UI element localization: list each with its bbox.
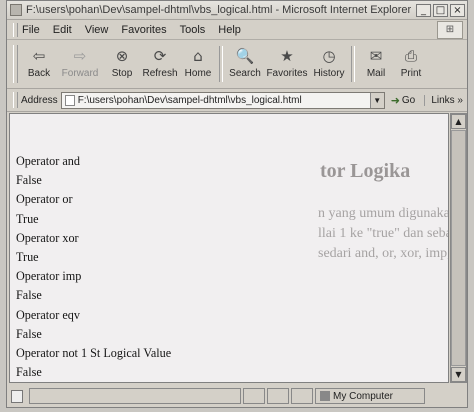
go-label: Go — [401, 94, 416, 106]
background-heading: tor Logika — [320, 160, 411, 182]
close-button[interactable]: × — [450, 3, 465, 17]
security-zone-panel: My Computer — [315, 388, 425, 404]
home-icon: ⌂ — [193, 47, 203, 65]
menu-view[interactable]: View — [85, 24, 109, 36]
home-label: Home — [184, 68, 212, 79]
ie-page-icon — [10, 4, 22, 16]
menu-grip[interactable] — [13, 22, 18, 37]
history-label: History — [313, 68, 345, 79]
links-button[interactable]: Links » — [424, 94, 463, 106]
minimize-button[interactable]: _ — [416, 3, 431, 17]
history-button[interactable]: ◷ History — [310, 46, 348, 79]
refresh-button[interactable]: ⟳ Refresh — [140, 46, 180, 79]
search-button[interactable]: 🔍 Search — [226, 46, 264, 79]
search-icon: 🔍 — [235, 47, 255, 65]
back-button[interactable]: ⇦ Back — [22, 46, 56, 79]
stop-icon: ⊗ — [115, 47, 129, 65]
history-icon: ◷ — [322, 47, 336, 65]
address-label: Address — [21, 94, 58, 106]
output-line: False — [16, 365, 42, 380]
address-grip[interactable] — [13, 92, 18, 108]
output-line: True — [16, 249, 39, 264]
mail-label: Mail — [366, 68, 386, 79]
script-output: Operator and False Operator or True Oper… — [16, 152, 171, 382]
scroll-down-button[interactable]: ▼ — [451, 367, 466, 382]
maximize-button[interactable]: □ — [433, 3, 448, 17]
mail-icon: ✉ — [369, 47, 383, 65]
my-computer-icon — [320, 391, 330, 401]
windows-logo-icon: ⊞ — [437, 20, 463, 39]
output-line: Operator or — [16, 192, 73, 207]
go-arrow-icon: ➜ — [390, 93, 400, 107]
security-zone-label: My Computer — [333, 390, 394, 402]
output-line: False — [16, 326, 42, 341]
address-input[interactable]: F:\users\pohan\Dev\sampel-dhtml\vbs_logi… — [60, 91, 385, 109]
favorites-button[interactable]: ★ Favorites — [264, 46, 310, 79]
print-button[interactable]: ⎙ Print — [394, 46, 428, 79]
toolbar-separator — [219, 46, 223, 82]
output-line: Operator imp — [16, 269, 82, 284]
scroll-thumb[interactable] — [451, 130, 466, 366]
forward-label: Forward — [61, 68, 99, 79]
menu-edit[interactable]: Edit — [53, 24, 72, 36]
favorites-label: Favorites — [266, 68, 308, 79]
background-text-line: llai 1 ke "true" dan sebaliknya 0 ke "fa… — [318, 226, 448, 241]
menu-tools[interactable]: Tools — [180, 24, 206, 36]
menu-favorites[interactable]: Favorites — [121, 24, 166, 36]
page-status-icon — [11, 389, 23, 403]
output-line: Operator eqv — [16, 307, 80, 322]
page-icon — [64, 94, 75, 106]
back-arrow-icon: ⇦ — [32, 47, 46, 65]
output-line: False — [16, 288, 42, 303]
status-text-panel — [29, 388, 241, 404]
refresh-icon: ⟳ — [153, 47, 167, 65]
status-panel — [243, 388, 265, 404]
output-line: True — [16, 211, 39, 226]
forward-button[interactable]: ⇨ Forward — [56, 46, 104, 79]
print-label: Print — [400, 68, 422, 79]
favorites-icon: ★ — [280, 47, 294, 65]
output-line: Operator and — [16, 154, 80, 168]
address-bar: Address F:\users\pohan\Dev\sampel-dhtml\… — [7, 89, 467, 112]
address-dropdown-button[interactable]: ▼ — [369, 92, 384, 108]
refresh-label: Refresh — [142, 68, 178, 79]
title-bar[interactable]: F:\users\pohan\Dev\sampel-dhtml\vbs_logi… — [7, 1, 467, 20]
home-button[interactable]: ⌂ Home — [180, 46, 216, 79]
status-panel — [291, 388, 313, 404]
scroll-up-button[interactable]: ▲ — [451, 114, 466, 129]
back-label: Back — [27, 68, 51, 79]
browser-window: F:\users\pohan\Dev\sampel-dhtml\vbs_logi… — [6, 0, 468, 408]
search-label: Search — [229, 68, 261, 79]
output-line: Operator xor — [16, 230, 79, 245]
toolbar-separator — [351, 46, 355, 82]
output-line: Operator not 1 St Logical Value — [16, 345, 172, 360]
go-button[interactable]: ➜ Go — [391, 94, 416, 107]
status-panel — [267, 388, 289, 404]
window-title: F:\users\pohan\Dev\sampel-dhtml\vbs_logi… — [26, 4, 412, 16]
print-icon: ⎙ — [404, 47, 417, 65]
menu-help[interactable]: Help — [218, 24, 241, 36]
background-text-line: n yang umum digunakan fungsi logical O — [318, 206, 448, 221]
output-line: False — [16, 173, 42, 188]
forward-arrow-icon: ⇨ — [73, 47, 87, 65]
address-value: F:\users\pohan\Dev\sampel-dhtml\vbs_logi… — [77, 94, 302, 106]
vertical-scrollbar[interactable]: ▲ ▼ — [450, 113, 467, 383]
page-content: tor Logika n yang umum digunakan fungsi … — [9, 113, 449, 383]
background-text-line: sedari and, or, xor, imp, eqv sampai den… — [318, 246, 449, 261]
toolbar-grip[interactable] — [13, 45, 18, 83]
mail-button[interactable]: ✉ Mail — [358, 46, 394, 79]
menu-file[interactable]: File — [22, 24, 40, 36]
stop-button[interactable]: ⊗ Stop — [104, 46, 140, 79]
stop-label: Stop — [111, 68, 133, 79]
menu-bar: File Edit View Favorites Tools Help ⊞ — [7, 20, 467, 40]
status-bar: My Computer — [7, 385, 467, 407]
standard-toolbar: ⇦ Back ⇨ Forward ⊗ Stop ⟳ Refresh ⌂ Home… — [7, 40, 467, 89]
